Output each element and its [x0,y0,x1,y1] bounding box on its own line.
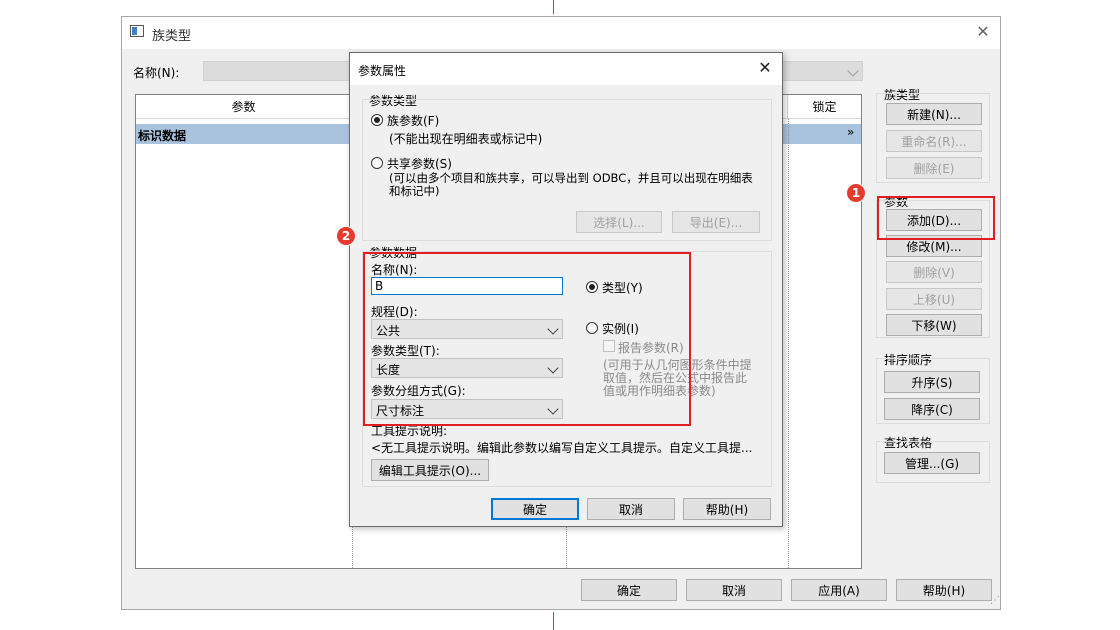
manage-lookup-button[interactable]: 管理...(G) [884,452,980,474]
dialog-titlebar: 参数属性 ✕ [350,53,782,85]
cancel-button[interactable]: 取消 [686,579,782,601]
sort-ascending-button[interactable]: 升序(S) [884,371,980,393]
column-header-parameter[interactable]: 参数 [136,95,352,119]
column-header-lock[interactable]: 锁定 [788,95,861,119]
shared-param-radio[interactable] [371,157,383,169]
collapse-chevron-icon[interactable]: » [847,125,854,139]
help-button[interactable]: 帮助(H) [896,579,992,601]
step-badge-2: 2 [337,227,355,245]
highlight-box-param-data [363,252,691,426]
window-app-icon [130,25,144,37]
name-label: 名称(N): [133,66,180,80]
guide-line-top [553,0,554,14]
dialog-cancel-button[interactable]: 取消 [587,498,675,520]
window-title: 族类型 [152,29,192,44]
step-badge-1: 1 [847,184,865,202]
dialog-ok-button[interactable]: 确定 [491,498,579,520]
family-param-label: 族参数(F) [387,114,440,128]
dialog-close-icon[interactable]: ✕ [754,57,776,79]
sort-descending-button[interactable]: 降序(C) [884,398,980,420]
new-type-button[interactable]: 新建(N)... [886,103,982,125]
family-param-desc: (不能出现在明细表或标记中) [389,132,543,146]
select-shared-button[interactable]: 选择(L)... [576,211,662,233]
close-icon[interactable]: ✕ [972,21,994,43]
family-param-radio[interactable] [371,114,383,126]
guide-line-bottom [553,612,554,630]
column-divider [788,119,789,568]
group-label: 标识数据 [138,129,187,143]
dialog-help-button[interactable]: 帮助(H) [683,498,771,520]
shared-param-desc-1: (可以由多个项目和族共享，可以导出到 ODBC，并且可以出现在明细表 [389,171,753,185]
move-up-button[interactable]: 上移(U) [886,288,982,310]
edit-tooltip-button[interactable]: 编辑工具提示(O)... [371,459,489,481]
delete-type-button[interactable]: 删除(E) [886,157,982,179]
window-titlebar: 族类型 ✕ [122,17,1000,49]
ok-button[interactable]: 确定 [581,579,677,601]
apply-button[interactable]: 应用(A) [791,579,887,601]
delete-parameter-button[interactable]: 删除(V) [886,261,982,283]
export-shared-button[interactable]: 导出(E)... [672,211,760,233]
shared-param-desc-2: 和标记中) [389,184,440,198]
rename-type-button[interactable]: 重命名(R)... [886,130,982,152]
resize-grip-icon[interactable]: ⋰ [990,595,1000,606]
chevron-down-icon [847,65,859,77]
move-down-button[interactable]: 下移(W) [886,314,982,336]
dialog-title: 参数属性 [358,64,407,78]
highlight-box-add [877,196,995,240]
tooltip-text: <无工具提示说明。编辑此参数以编写自定义工具提示。自定义工具提... [371,441,753,455]
